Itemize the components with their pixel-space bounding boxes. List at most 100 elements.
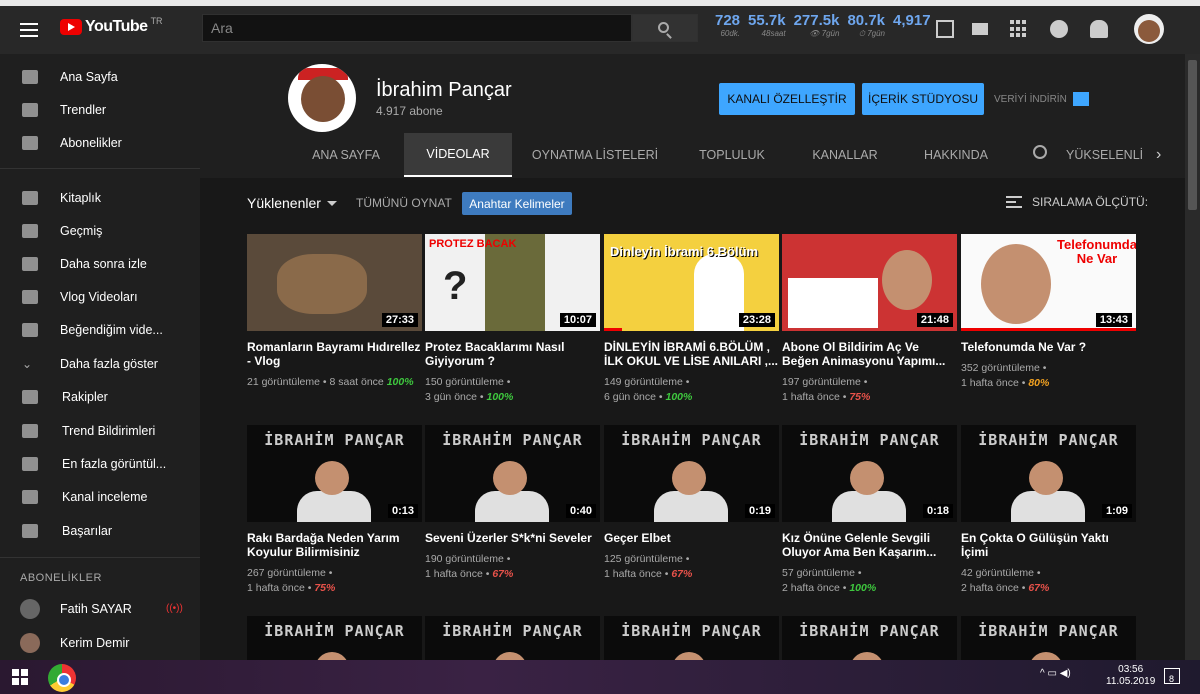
video-thumbnail[interactable]: 21:48 [782, 234, 957, 331]
video-thumbnail[interactable]: Dinleyin İbrami 6.Bölüm 23:28 [604, 234, 779, 331]
sidebar-item-channel-review[interactable]: Kanal inceleme [0, 480, 200, 513]
creator-studio-button[interactable]: İÇERİK STÜDYOSU [862, 83, 984, 115]
sidebar-item-home[interactable]: Ana Sayfa [0, 60, 200, 93]
notifications-bell-icon[interactable] [1090, 20, 1108, 38]
sidebar-item-rakipler[interactable]: Rakipler [0, 380, 200, 413]
video-title[interactable]: Seveni Üzerler S*k*ni Seveler [425, 531, 600, 545]
channel-avatar[interactable] [288, 64, 356, 132]
tab-trending[interactable]: YÜKSELENLİ [1066, 133, 1146, 177]
duration-badge: 0:19 [744, 504, 775, 518]
download-data-button[interactable]: VERİYİ İNDİRİN [994, 92, 1089, 106]
analytics-icon[interactable] [936, 20, 954, 38]
stat-60min: 728 60dk. [715, 12, 741, 38]
video-thumbnail[interactable]: İBRAHİM PANÇAR [247, 616, 422, 660]
sidebar-item-vlog-videos[interactable]: Vlog Videoları [0, 280, 200, 313]
tab-videos[interactable]: VİDEOLAR [404, 133, 512, 177]
video-card[interactable]: İBRAHİM PANÇAR [425, 616, 600, 660]
sidebar-item-liked-videos[interactable]: Beğendiğim vide... [0, 313, 200, 346]
play-box-icon [22, 423, 38, 438]
video-title[interactable]: Romanların Bayramı Hıdırellez - Vlog [247, 340, 422, 368]
video-title[interactable]: Kız Önüne Gelenle Sevgili Oluyor Ama Ben… [782, 531, 957, 559]
youtube-logo[interactable]: YouTube TR [60, 16, 163, 36]
video-thumbnail[interactable]: İBRAHİM PANÇAR 0:19 [604, 425, 779, 522]
windows-start-icon[interactable] [12, 669, 28, 685]
hamburger-menu-icon[interactable] [20, 23, 38, 37]
video-thumbnail[interactable]: İBRAHİM PANÇAR [425, 616, 600, 660]
sidebar-item-subscriptions[interactable]: Abonelikler [0, 126, 200, 159]
video-meta: 197 görüntüleme • 1 hafta önce • 75% [782, 376, 871, 403]
like-ratio: 100% [386, 376, 414, 388]
duration-badge: 1:09 [1101, 504, 1132, 518]
search-input[interactable]: Ara [202, 14, 632, 42]
video-title[interactable]: Geçer Elbet [604, 531, 779, 545]
video-title[interactable]: Abone Ol Bildirim Aç Ve Beğen Animasyonu… [782, 340, 957, 368]
chrome-icon[interactable] [48, 664, 76, 692]
tab-community[interactable]: TOPLULUK [680, 133, 784, 177]
like-ratio: 100% [849, 582, 877, 594]
stat-watchtime-7d: 80.7k ⏱ 7gün [847, 12, 886, 38]
play-all-button[interactable]: TÜMÜNÜ OYNAT [356, 196, 452, 210]
apps-grid-icon[interactable] [1010, 20, 1028, 38]
video-thumbnail[interactable]: Telefonumda Ne Var 13:43 [961, 234, 1136, 331]
tab-channels[interactable]: KANALLAR [790, 133, 900, 177]
youtube-play-icon [60, 19, 82, 35]
account-avatar[interactable] [1134, 14, 1164, 44]
video-title[interactable]: Telefonumda Ne Var ? [961, 340, 1136, 354]
video-meta: 190 görüntüleme • 1 hafta önce • 67% [425, 553, 514, 580]
video-title[interactable]: En Çokta O Gülüşün Yaktı İçimi [961, 531, 1136, 559]
messages-icon[interactable] [1050, 20, 1068, 38]
action-center-icon[interactable]: 8 [1164, 668, 1180, 684]
video-thumbnail[interactable]: İBRAHİM PANÇAR 0:40 [425, 425, 600, 522]
logo-text: YouTube [85, 18, 148, 35]
sort-icon [1006, 196, 1022, 208]
customize-channel-button[interactable]: KANALI ÖZELLEŞTİR [719, 83, 855, 115]
video-camera-icon[interactable] [972, 23, 988, 35]
video-title[interactable]: Rakı Bardağa Neden Yarım Koyulur Bilirmi… [247, 531, 422, 559]
tab-about[interactable]: HAKKINDA [908, 133, 1004, 177]
avatar [20, 598, 40, 619]
video-card[interactable]: İBRAHİM PANÇAR [247, 616, 422, 660]
video-title[interactable]: DİNLEYİN İBRAMİ 6.BÖLÜM , İLK OKUL VE Lİ… [604, 340, 779, 368]
like-ratio: 75% [849, 391, 871, 403]
subscription-kerim-demir[interactable]: Kerim Demir [0, 626, 200, 659]
search-button[interactable] [632, 14, 698, 42]
scrollbar-thumb[interactable] [1188, 60, 1197, 210]
taskbar-clock[interactable]: 03:56 11.05.2019 [1106, 664, 1155, 688]
uploads-dropdown[interactable]: Yüklenenler [247, 195, 337, 211]
sort-by-button[interactable]: SIRALAMA ÖLÇÜTÜ: [1006, 195, 1148, 209]
sidebar-item-watch-later[interactable]: Daha sonra izle [0, 247, 200, 280]
tab-home[interactable]: ANA SAYFA [292, 133, 400, 177]
stat-48h: 55.7k 48saat [748, 12, 786, 38]
video-thumbnail[interactable]: İBRAHİM PANÇAR 0:13 [247, 425, 422, 522]
sidebar-item-most-viewed[interactable]: En fazla görüntül... [0, 447, 200, 480]
video-meta: 21 görüntüleme • 8 saat önce 100% [247, 376, 414, 388]
video-thumbnail[interactable]: İBRAHİM PANÇAR 1:09 [961, 425, 1136, 522]
video-card[interactable]: İBRAHİM PANÇAR [782, 616, 957, 660]
video-thumbnail[interactable]: İBRAHİM PANÇAR 0:18 [782, 425, 957, 522]
chevron-right-icon[interactable]: › [1156, 146, 1161, 164]
video-title[interactable]: Protez Bacaklarımı Nasıl Giyiyorum ? [425, 340, 600, 368]
channel-search-icon[interactable] [1033, 145, 1047, 159]
sidebar-item-library[interactable]: Kitaplık [0, 181, 200, 214]
sidebar-item-show-more[interactable]: ⌄ Daha fazla göster [0, 347, 200, 380]
sidebar-item-trending[interactable]: Trendler [0, 93, 200, 126]
system-tray-icons[interactable]: ^ ▭ ◀) [1040, 668, 1071, 679]
video-card[interactable]: İBRAHİM PANÇAR [961, 616, 1136, 660]
sidebar-item-achievements[interactable]: Başarılar [0, 514, 200, 547]
video-meta: 149 görüntüleme • 6 gün önce • 100% [604, 376, 693, 403]
keywords-button[interactable]: Anahtar Kelimeler [462, 192, 572, 215]
video-thumbnail[interactable]: PROTEZ BACAK? 10:07 [425, 234, 600, 331]
video-card[interactable]: İBRAHİM PANÇAR [604, 616, 779, 660]
duration-badge: 10:07 [559, 313, 596, 327]
video-thumbnail[interactable]: İBRAHİM PANÇAR [961, 616, 1136, 660]
tab-playlists[interactable]: OYNATMA LİSTELERİ [522, 133, 668, 177]
like-ratio: 67% [671, 568, 693, 580]
video-thumbnail[interactable]: İBRAHİM PANÇAR [604, 616, 779, 660]
stat-views-7d: 277.5k 👁 7gün [793, 12, 840, 38]
video-thumbnail[interactable]: 27:33 [247, 234, 422, 331]
sidebar-item-trend-notifications[interactable]: Trend Bildirimleri [0, 414, 200, 447]
subscription-fatih-sayar[interactable]: Fatih SAYAR ((•)) [0, 592, 200, 625]
page-scrollbar[interactable] [1185, 54, 1200, 660]
video-thumbnail[interactable]: İBRAHİM PANÇAR [782, 616, 957, 660]
sidebar-item-history[interactable]: Geçmiş [0, 214, 200, 247]
